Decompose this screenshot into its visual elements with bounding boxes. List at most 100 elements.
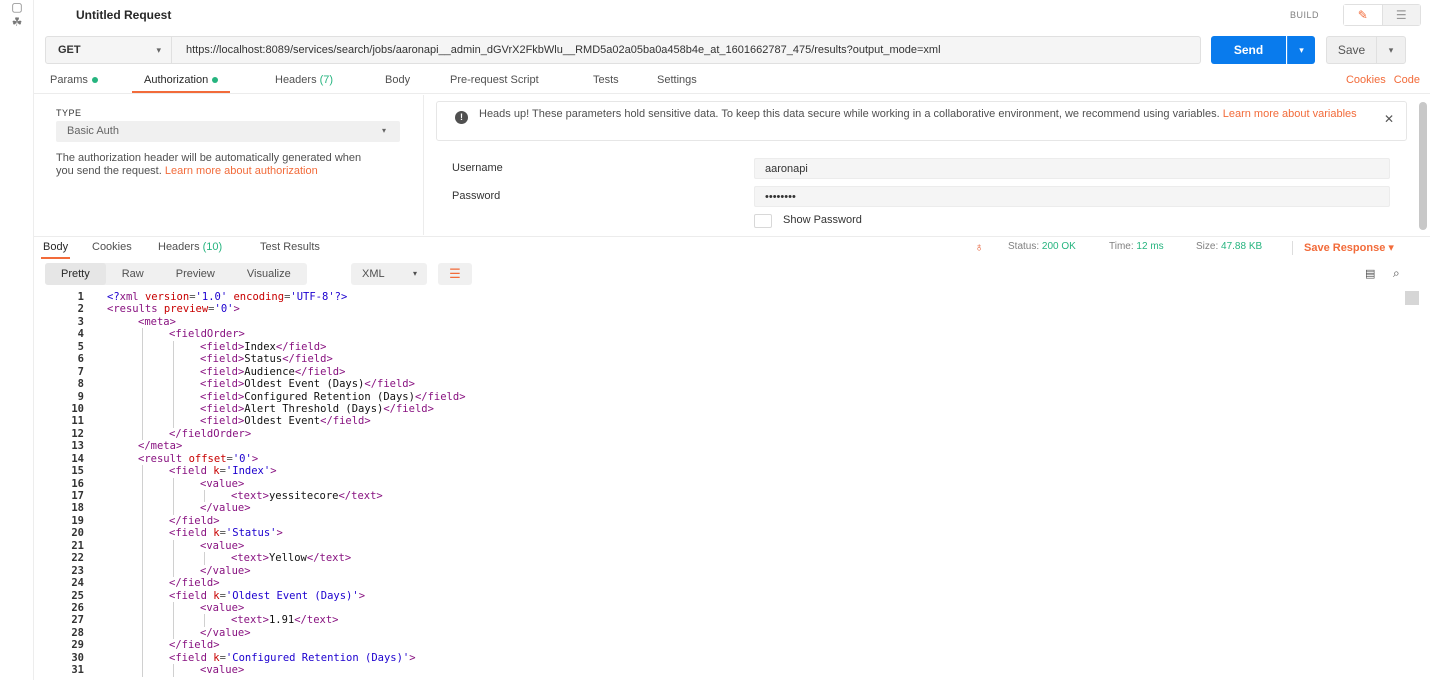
- tab-prerequest-script[interactable]: Pre-request Script: [450, 74, 539, 86]
- line-number: 31: [71, 664, 84, 677]
- code-text: <field k='Index'>: [169, 465, 277, 478]
- line-number: 23: [71, 564, 84, 577]
- auth-type-select[interactable]: Basic Auth ▾: [56, 121, 400, 142]
- tab-response-cookies[interactable]: Cookies: [92, 241, 132, 253]
- request-title[interactable]: Untitled Request: [76, 8, 171, 22]
- tab-params[interactable]: Params: [50, 74, 98, 86]
- code-link[interactable]: Code: [1394, 74, 1420, 86]
- time-info: Time: 12 ms: [1109, 241, 1164, 252]
- code-line: 22 <text>Yellow</text>: [34, 552, 1430, 565]
- notice-text: Heads up! These parameters hold sensitiv…: [479, 108, 1359, 121]
- indent-guide: [173, 378, 174, 391]
- indent-guide: [142, 664, 143, 677]
- tab-settings[interactable]: Settings: [657, 74, 697, 86]
- visualize-button[interactable]: Visualize: [231, 263, 307, 285]
- code-line: 13 </meta>: [34, 440, 1430, 452]
- code-line: 5 <field>Index</field>: [34, 340, 1430, 354]
- code-text: <text>1.91</text>: [231, 614, 339, 627]
- tab-authorization[interactable]: Authorization: [131, 74, 231, 93]
- copy-icon[interactable]: ▤: [1365, 267, 1379, 280]
- save-response-button[interactable]: Save Response ▾: [1304, 241, 1394, 254]
- viewer-toolbar: Pretty Raw Preview Visualize XML ▾ ☰ ▤ ⌕: [34, 263, 1430, 285]
- response-code-viewer[interactable]: 1 <?xml version='1.0' encoding='UTF-8'?> 2…: [34, 291, 1430, 680]
- indent-guide: [142, 427, 143, 441]
- learn-more-authorization-link[interactable]: Learn more about authorization: [165, 165, 318, 177]
- indent-guide: [142, 402, 143, 416]
- code-text: </field>: [169, 639, 220, 652]
- code-line: 25 <field k='Oldest Event (Days)'>: [34, 589, 1430, 602]
- tab-test-results[interactable]: Test Results: [260, 241, 320, 253]
- save-options-chevron-icon[interactable]: ▾: [1376, 36, 1406, 64]
- request-header: Untitled Request BUILD ✎ ☰: [34, 0, 1430, 32]
- time-label: Time:: [1109, 241, 1134, 252]
- mode-toggle[interactable]: ✎ ☰: [1343, 4, 1421, 26]
- indent-guide: [142, 552, 143, 565]
- code-line: 3 <meta>: [34, 316, 1430, 328]
- code-scrollbar[interactable]: [1405, 291, 1419, 305]
- code-text: <value>: [200, 664, 245, 677]
- show-password-checkbox[interactable]: [754, 214, 772, 228]
- history-icon[interactable]: ▢: [9, 0, 25, 14]
- cookies-link[interactable]: Cookies: [1346, 74, 1386, 86]
- indent-guide: [142, 626, 143, 640]
- chevron-down-icon: ▾: [381, 126, 386, 135]
- sensitive-data-notice: ! Heads up! These parameters hold sensit…: [436, 101, 1407, 141]
- indent-guide: [173, 477, 174, 490]
- tab-tests[interactable]: Tests: [593, 74, 619, 86]
- team-icon[interactable]: ☘: [9, 15, 25, 29]
- method-select[interactable]: GET ▾: [46, 37, 172, 63]
- code-text: </field>: [169, 514, 220, 527]
- preview-button[interactable]: Preview: [160, 263, 231, 285]
- close-icon[interactable]: ✕: [1384, 112, 1394, 126]
- username-input[interactable]: aaronapi: [754, 158, 1390, 179]
- indent-guide: [142, 651, 143, 665]
- search-icon[interactable]: ⌕: [1393, 266, 1407, 280]
- password-input[interactable]: ••••••••: [754, 186, 1390, 207]
- code-line: 16 <value>: [34, 477, 1430, 490]
- indent-guide: [142, 601, 143, 615]
- tab-params-label: Params: [50, 74, 88, 86]
- code-text: <field>Audience</field>: [200, 365, 346, 378]
- tab-response-body[interactable]: Body: [40, 241, 71, 259]
- indent-guide: [173, 564, 174, 578]
- view-mode-group: Pretty Raw Preview Visualize: [45, 263, 307, 285]
- code-text: </field>: [169, 577, 220, 590]
- save-response-label: Save Response: [1304, 242, 1386, 254]
- chevron-down-icon: ▾: [156, 45, 161, 55]
- save-button[interactable]: Save: [1326, 36, 1376, 64]
- line-number: 28: [71, 626, 84, 639]
- code-text: <text>yessitecore</text>: [231, 490, 383, 502]
- tab-authorization-label: Authorization: [144, 74, 209, 86]
- auth-scrollbar[interactable]: [1419, 102, 1427, 230]
- indent-guide: [173, 402, 174, 416]
- raw-button[interactable]: Raw: [106, 263, 160, 285]
- indent-guide: [142, 639, 143, 652]
- format-select[interactable]: XML ▾: [351, 263, 427, 285]
- indent-guide: [142, 340, 143, 354]
- url-input[interactable]: https://localhost:8089/services/search/j…: [186, 44, 941, 56]
- learn-more-variables-link[interactable]: Learn more about variables: [1223, 108, 1357, 120]
- tab-response-headers[interactable]: Headers (10): [158, 241, 222, 253]
- code-line: 11 <field>Oldest Event</field>: [34, 415, 1430, 428]
- indent-guide: [173, 415, 174, 428]
- pretty-button[interactable]: Pretty: [45, 263, 106, 285]
- globe-icon[interactable]: ♁: [972, 240, 986, 254]
- code-line: 19 </field>: [34, 514, 1430, 528]
- indent-guide: [204, 552, 205, 565]
- tab-headers[interactable]: Headers (7): [275, 74, 333, 86]
- line-number: 29: [71, 639, 84, 652]
- send-button[interactable]: Send: [1211, 36, 1286, 64]
- wrap-lines-icon[interactable]: ☰: [438, 263, 472, 285]
- send-options-chevron-icon[interactable]: ▾: [1287, 36, 1315, 64]
- code-text: <fieldOrder>: [169, 328, 245, 341]
- code-line: 8 <field>Oldest Event (Days)</field>: [34, 378, 1430, 391]
- comment-icon[interactable]: ☰: [1382, 5, 1420, 25]
- tab-body[interactable]: Body: [385, 74, 410, 86]
- indent-guide: [173, 626, 174, 640]
- code-text: <?xml version='1.0' encoding='UTF-8'?>: [107, 291, 348, 303]
- params-status-dot: [91, 77, 98, 84]
- password-label: Password: [452, 190, 501, 202]
- code-text: <value>: [200, 601, 245, 614]
- code-line: 23 </value>: [34, 564, 1430, 578]
- pencil-icon[interactable]: ✎: [1344, 5, 1383, 25]
